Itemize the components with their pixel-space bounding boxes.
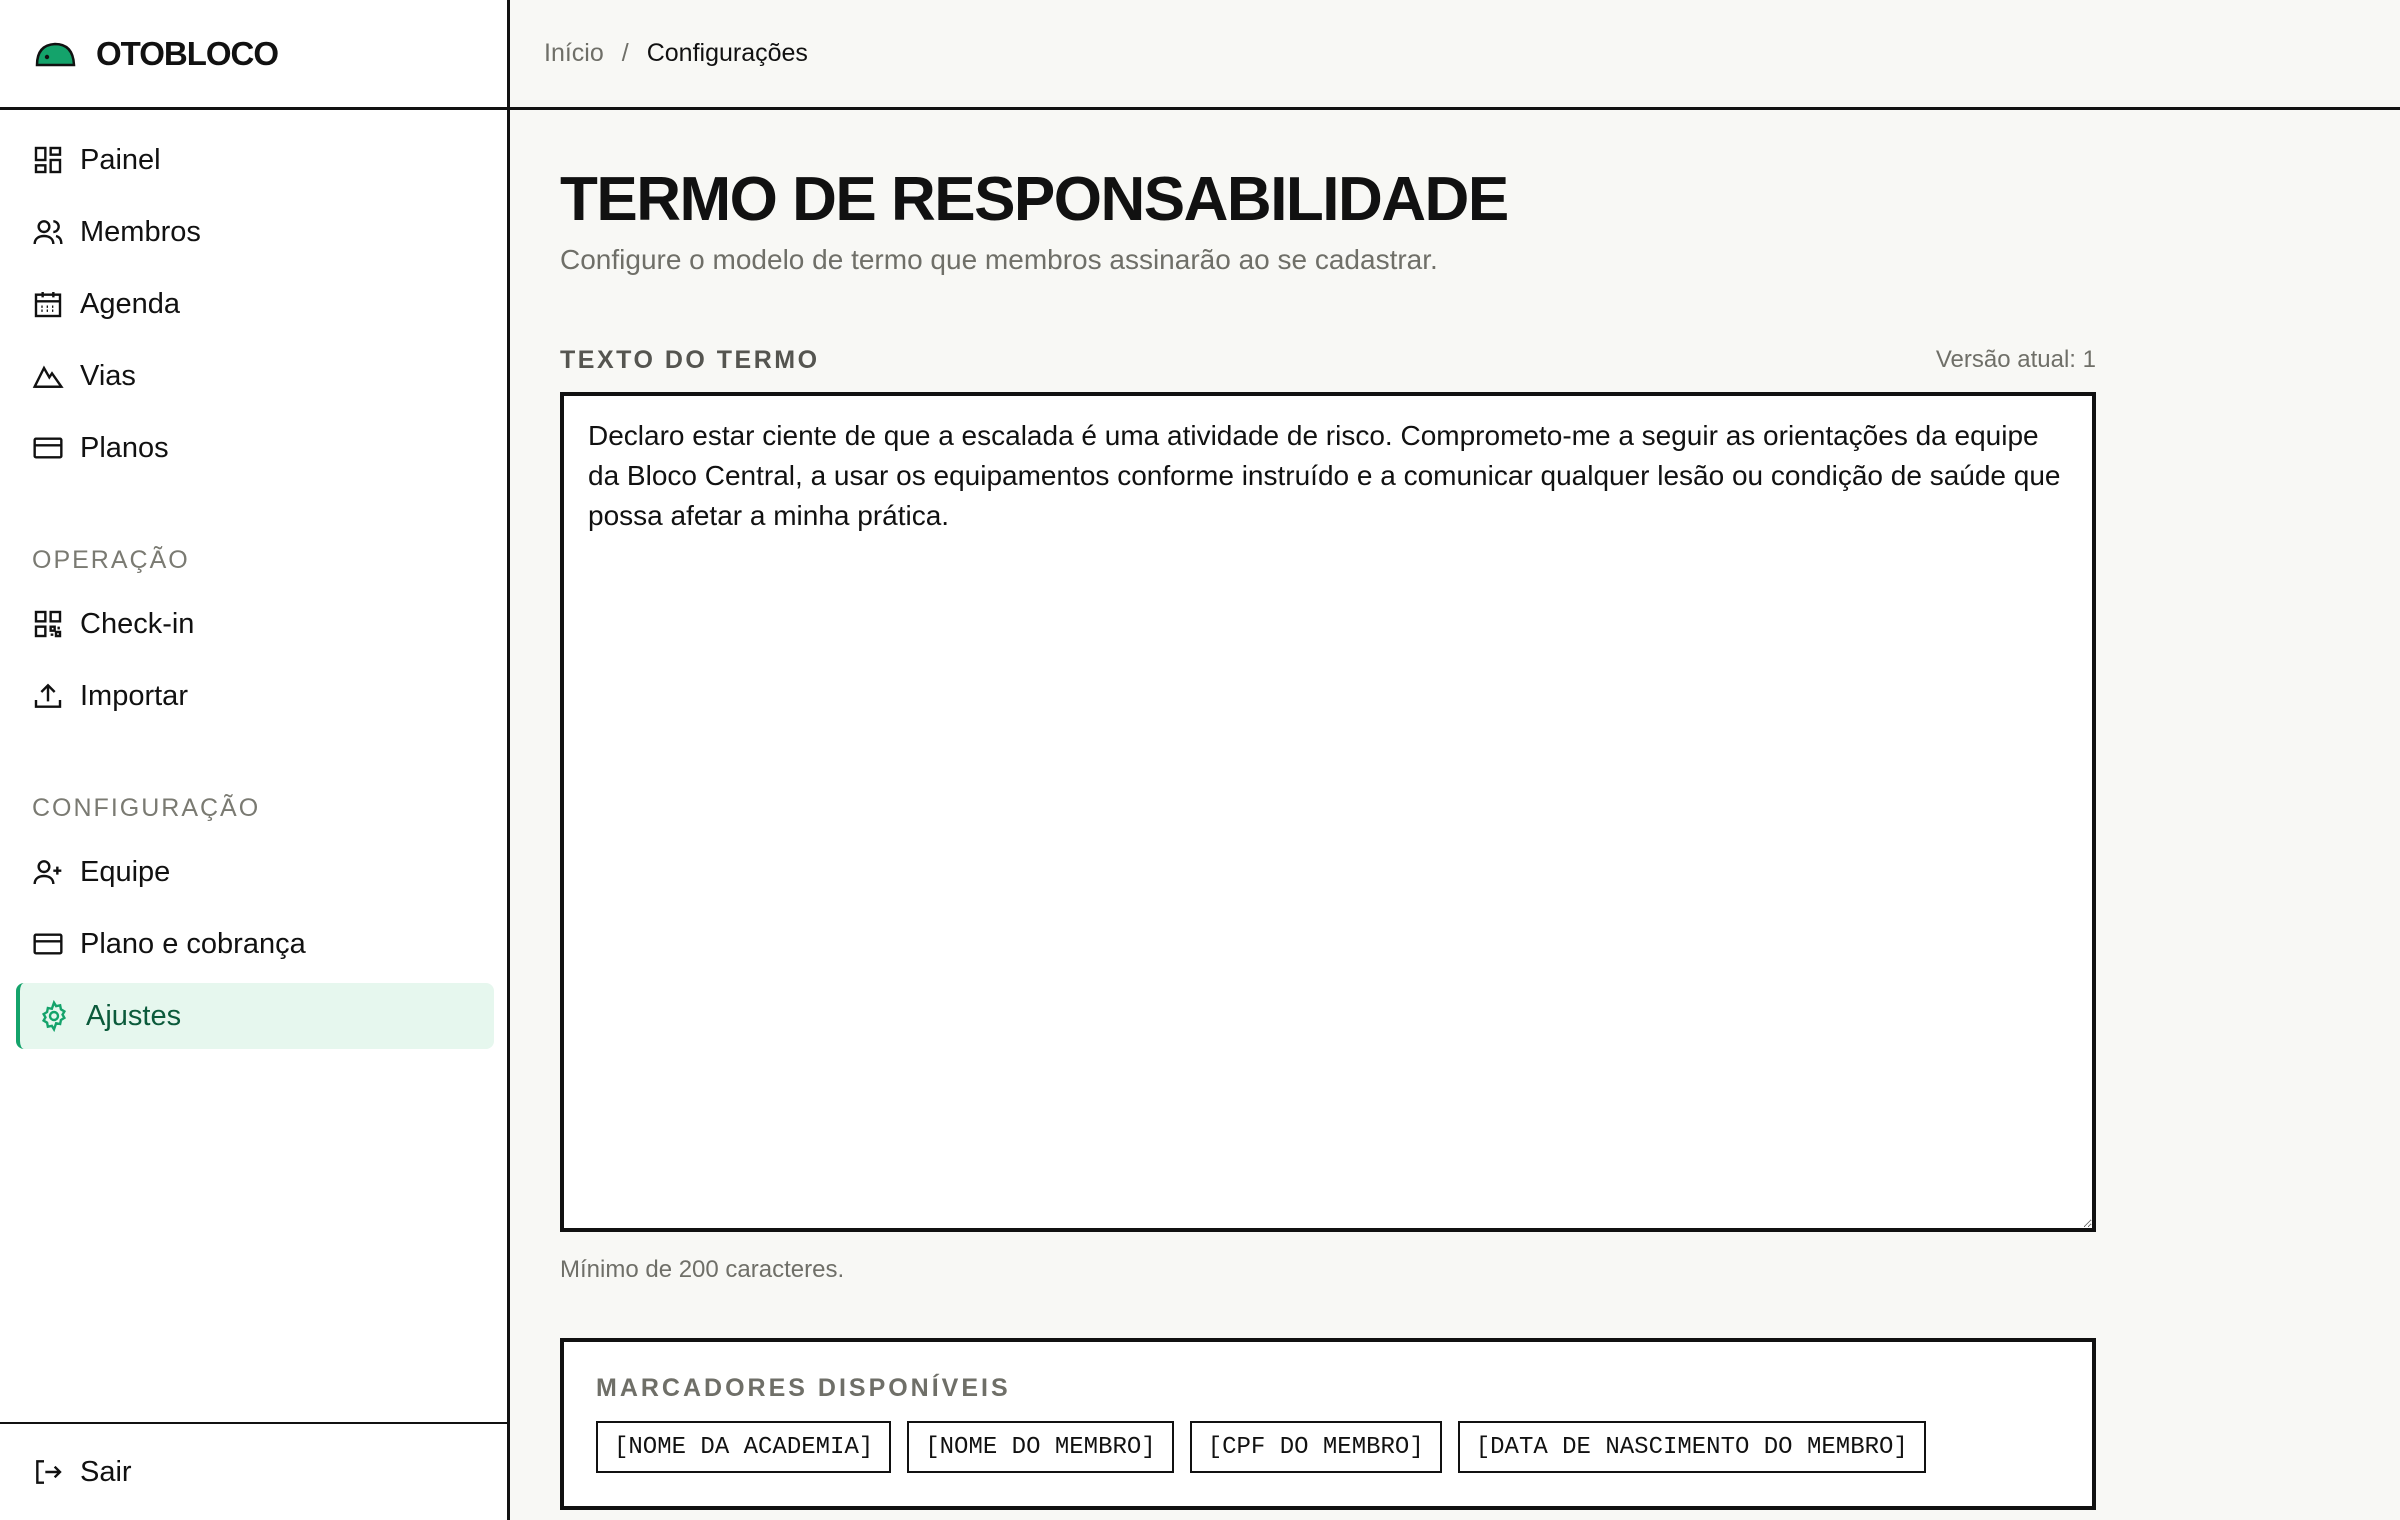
sidebar: OTOBLOCO Painel Membros Agenda Vias Plan… — [0, 0, 510, 1520]
logout-label: Sair — [80, 1455, 132, 1488]
sidebar-item-ajustes[interactable]: Ajustes — [16, 983, 494, 1049]
marker-list: [NOME DA ACADEMIA] [NOME DO MEMBRO] [CPF… — [596, 1421, 2060, 1473]
sidebar-item-label: Check-in — [80, 607, 195, 640]
logo-icon — [35, 42, 76, 66]
marker-data-de-nascimento[interactable]: [DATA DE NASCIMENTO DO MEMBRO] — [1457, 1421, 1926, 1473]
sidebar-item-importar[interactable]: Importar — [16, 663, 494, 729]
sidebar-item-vias[interactable]: Vias — [16, 343, 494, 409]
sidebar-item-plano-e-cobranca[interactable]: Plano e cobrança — [16, 911, 494, 977]
markers-panel: MARCADORES DISPONÍVEIS [NOME DA ACADEMIA… — [560, 1338, 2096, 1510]
markers-title: MARCADORES DISPONÍVEIS — [596, 1374, 1011, 1402]
breadcrumb-home-link[interactable]: Início — [544, 39, 604, 68]
sidebar-item-label: Planos — [80, 431, 169, 464]
sidebar-item-painel[interactable]: Painel — [16, 127, 494, 193]
upload-icon — [34, 683, 62, 708]
logout-icon — [36, 1460, 62, 1484]
sidebar-item-check-in[interactable]: Check-in — [16, 591, 494, 657]
term-text-label: TEXTO DO TERMO — [560, 346, 820, 374]
sidebar-item-planos[interactable]: Planos — [16, 415, 494, 481]
gear-icon — [41, 1000, 67, 1032]
brand-name: OTOBLOCO — [96, 34, 279, 72]
sidebar-item-label: Equipe — [80, 855, 171, 888]
user-plus-icon — [33, 860, 62, 885]
dashboard-icon — [34, 146, 62, 174]
mountain-icon — [32, 365, 64, 388]
page-title: TERMO DE RESPONSABILIDADE — [560, 165, 1509, 234]
sidebar-item-label: Ajustes — [86, 999, 182, 1032]
marker-nome-da-academia[interactable]: [NOME DA ACADEMIA] — [596, 1421, 892, 1473]
calendar-icon — [34, 292, 62, 318]
sidebar-item-label: Plano e cobrança — [80, 927, 306, 960]
card-icon — [33, 437, 63, 459]
sidebar-item-equipe[interactable]: Equipe — [16, 839, 494, 905]
marker-cpf-do-membro[interactable]: [CPF DO MEMBRO] — [1189, 1421, 1442, 1473]
sidebar-item-label: Importar — [80, 679, 188, 712]
min-length-hint: Mínimo de 200 caracteres. — [560, 1256, 845, 1283]
section-title-configuracao: CONFIGURAÇÃO — [32, 794, 261, 822]
qr-code-icon — [34, 610, 62, 638]
breadcrumb-separator: / — [621, 39, 629, 67]
sidebar-item-membros[interactable]: Membros — [16, 199, 494, 265]
logout-button[interactable]: Sair — [0, 1422, 507, 1520]
term-textarea[interactable]: Declaro estar ciente de que a escalada é… — [560, 392, 2096, 1232]
breadcrumb: Início / Configurações — [510, 0, 2400, 110]
brand[interactable]: OTOBLOCO — [0, 0, 507, 110]
version-indicator: Versão atual: 1 — [1935, 346, 2096, 373]
marker-nome-do-membro[interactable]: [NOME DO MEMBRO] — [907, 1421, 1174, 1473]
sidebar-item-label: Agenda — [80, 287, 180, 320]
breadcrumb-current: Configurações — [646, 39, 808, 67]
sidebar-item-label: Painel — [80, 143, 161, 176]
section-title-operacao: OPERAÇÃO — [32, 546, 190, 574]
page-subtitle: Configure o modelo de termo que membros … — [560, 244, 1438, 275]
sidebar-item-label: Membros — [80, 215, 201, 248]
card-icon — [33, 933, 63, 955]
sidebar-item-agenda[interactable]: Agenda — [16, 271, 494, 337]
sidebar-item-label: Vias — [80, 359, 136, 392]
users-icon — [33, 220, 63, 245]
